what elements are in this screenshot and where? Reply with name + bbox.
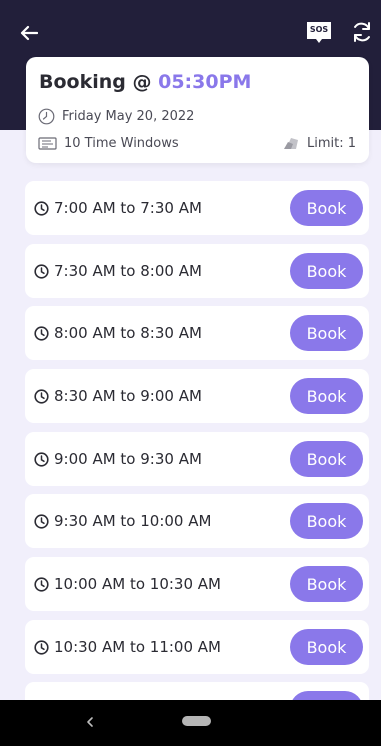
book-button[interactable]: Book	[290, 441, 363, 477]
back-button[interactable]	[14, 20, 44, 46]
clock-icon	[34, 325, 49, 341]
time-windows-row: 10 Time Windows	[38, 133, 179, 153]
arrow-left-icon	[20, 25, 38, 41]
time-slot-label: 9:00 AM to 9:30 AM	[54, 450, 202, 468]
ticket-icon	[38, 136, 57, 150]
nav-home-pill[interactable]	[182, 716, 211, 726]
limit-row: Limit: 1	[283, 133, 356, 153]
time-slot-card: 10:00 AM to 10:30 AM Book	[25, 557, 369, 611]
clock-icon	[34, 576, 49, 592]
clock-icon	[38, 108, 55, 125]
booking-summary-card: Booking @ 05:30PM Friday May 20, 2022 10…	[26, 57, 369, 163]
nav-back-button[interactable]	[80, 712, 100, 732]
book-button[interactable]: Book	[290, 503, 363, 539]
clock-icon	[34, 513, 49, 529]
time-slot-range: 9:00 AM to 9:30 AM	[34, 432, 202, 486]
time-slot-label: 10:00 AM to 10:30 AM	[54, 575, 221, 593]
time-slot-card: 8:30 AM to 9:00 AM Book	[25, 369, 369, 423]
clock-icon	[34, 263, 49, 279]
time-slot-card: 8:00 AM to 8:30 AM Book	[25, 306, 369, 360]
time-slot-card: 9:30 AM to 10:00 AM Book	[25, 494, 369, 548]
time-slot-range: 10:00 AM to 10:30 AM	[34, 557, 221, 611]
booking-title-prefix: Booking @	[39, 71, 159, 93]
clock-icon	[34, 639, 49, 655]
sos-label: SOS	[309, 25, 329, 34]
time-slot-card: 7:30 AM to 8:00 AM Book	[25, 244, 369, 298]
refresh-icon	[350, 20, 374, 44]
time-slot-card: 9:00 AM to 9:30 AM Book	[25, 432, 369, 486]
time-slot-label: 9:30 AM to 10:00 AM	[54, 512, 212, 530]
time-slot-range: 7:30 AM to 8:00 AM	[34, 244, 202, 298]
time-slot-card: 10:30 AM to 11:00 AM Book	[25, 620, 369, 674]
booking-date-row: Friday May 20, 2022	[38, 106, 194, 126]
booking-title: Booking @ 05:30PM	[39, 71, 251, 93]
time-slot-label: 8:00 AM to 8:30 AM	[54, 324, 202, 342]
clock-icon	[34, 388, 49, 404]
refresh-button[interactable]	[350, 20, 376, 46]
book-button[interactable]: Book	[290, 629, 363, 665]
time-slot-label: 10:30 AM to 11:00 AM	[54, 638, 221, 656]
clock-icon	[34, 200, 49, 216]
time-slot-range: 7:00 AM to 7:30 AM	[34, 181, 202, 235]
sos-button[interactable]: SOS	[305, 20, 333, 46]
book-button[interactable]: Book	[290, 190, 363, 226]
booking-time: 05:30PM	[158, 71, 252, 93]
chevron-left-icon	[86, 716, 94, 728]
time-windows-count: 10 Time Windows	[64, 135, 179, 151]
time-slot-range: 10:30 AM to 11:00 AM	[34, 620, 221, 674]
clock-icon	[34, 451, 49, 467]
time-slot-label: 7:30 AM to 8:00 AM	[54, 262, 202, 280]
time-slot-label: 7:00 AM to 7:30 AM	[54, 199, 202, 217]
time-slot-label: 8:30 AM to 9:00 AM	[54, 387, 202, 405]
booking-limit: Limit: 1	[306, 135, 356, 151]
book-button[interactable]: Book	[290, 315, 363, 351]
system-nav-bar	[0, 700, 381, 746]
time-slot-range: 8:00 AM to 8:30 AM	[34, 306, 202, 360]
book-button[interactable]: Book	[290, 378, 363, 414]
ticket-stack-icon	[283, 136, 300, 150]
book-button[interactable]: Book	[290, 253, 363, 289]
book-button[interactable]: Book	[290, 566, 363, 602]
time-slot-card: 7:00 AM to 7:30 AM Book	[25, 181, 369, 235]
time-slot-range: 8:30 AM to 9:00 AM	[34, 369, 202, 423]
booking-date: Friday May 20, 2022	[62, 108, 195, 124]
time-slot-range: 9:30 AM to 10:00 AM	[34, 494, 211, 548]
